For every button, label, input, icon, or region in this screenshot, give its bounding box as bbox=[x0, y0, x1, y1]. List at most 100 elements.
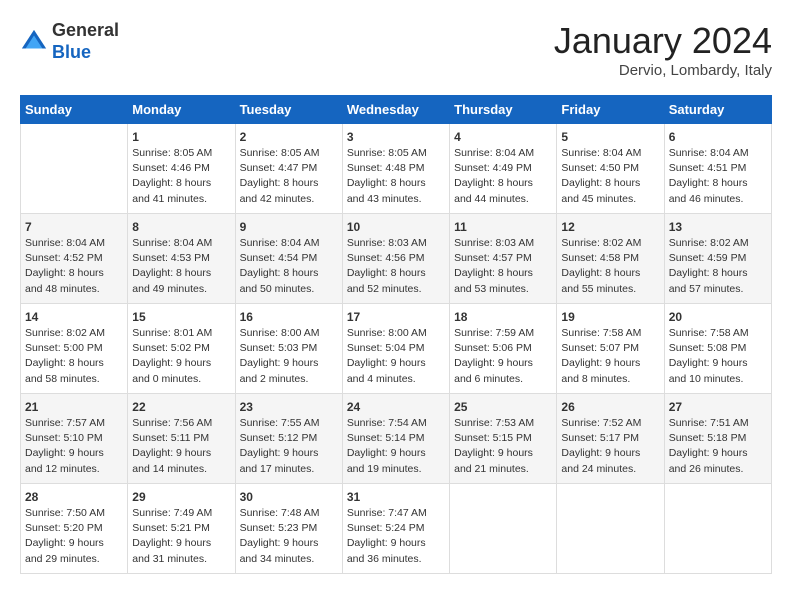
day-info: Sunrise: 7:58 AMSunset: 5:08 PMDaylight:… bbox=[669, 326, 767, 387]
day-number: 19 bbox=[561, 310, 659, 324]
day-number: 13 bbox=[669, 220, 767, 234]
calendar-week-row: 21 Sunrise: 7:57 AMSunset: 5:10 PMDayligh… bbox=[21, 394, 772, 484]
calendar-cell: 27Sunrise: 7:51 AMSunset: 5:18 PMDayligh… bbox=[664, 394, 771, 484]
col-header-wednesday: Wednesday bbox=[342, 96, 449, 124]
day-info: Sunrise: 7:49 AMSunset: 5:21 PMDaylight:… bbox=[132, 506, 230, 567]
day-number: 31 bbox=[347, 490, 445, 504]
day-number: 8 bbox=[132, 220, 230, 234]
col-header-monday: Monday bbox=[128, 96, 235, 124]
day-info: Sunrise: 7:58 AMSunset: 5:07 PMDaylight:… bbox=[561, 326, 659, 387]
day-info: Sunrise: 7:47 AMSunset: 5:24 PMDaylight:… bbox=[347, 506, 445, 567]
day-info: Sunrise: 8:04 AMSunset: 4:53 PMDaylight:… bbox=[132, 236, 230, 297]
calendar-cell: 16 Sunrise: 8:00 AMSunset: 5:03 PMDayligh… bbox=[235, 304, 342, 394]
day-info: Sunrise: 7:54 AMSunset: 5:14 PMDaylight:… bbox=[347, 416, 445, 477]
day-info: Sunrise: 8:00 AMSunset: 5:03 PMDaylight:… bbox=[240, 326, 338, 387]
calendar-cell: 13 Sunrise: 8:02 AMSunset: 4:59 PMDayligh… bbox=[664, 214, 771, 304]
day-number: 2 bbox=[240, 130, 338, 144]
day-info: Sunrise: 8:04 AMSunset: 4:52 PMDaylight:… bbox=[25, 236, 123, 297]
calendar-cell: 19 Sunrise: 7:58 AMSunset: 5:07 PMDayligh… bbox=[557, 304, 664, 394]
logo-general-text: General bbox=[52, 20, 119, 40]
day-number: 4 bbox=[454, 130, 552, 144]
day-number: 16 bbox=[240, 310, 338, 324]
day-info: Sunrise: 8:05 AMSunset: 4:48 PMDaylight:… bbox=[347, 146, 445, 207]
day-number: 20 bbox=[669, 310, 767, 324]
day-number: 15 bbox=[132, 310, 230, 324]
col-header-sunday: Sunday bbox=[21, 96, 128, 124]
calendar-cell: 12 Sunrise: 8:02 AMSunset: 4:58 PMDayligh… bbox=[557, 214, 664, 304]
calendar-cell: 23Sunrise: 7:55 AMSunset: 5:12 PMDayligh… bbox=[235, 394, 342, 484]
calendar-cell: 25 Sunrise: 7:53 AMSunset: 5:15 PMDayligh… bbox=[450, 394, 557, 484]
calendar-cell: 15Sunrise: 8:01 AMSunset: 5:02 PMDayligh… bbox=[128, 304, 235, 394]
calendar-cell bbox=[664, 484, 771, 574]
day-info: Sunrise: 8:03 AMSunset: 4:57 PMDaylight:… bbox=[454, 236, 552, 297]
calendar-cell: 7Sunrise: 8:04 AMSunset: 4:52 PMDaylight… bbox=[21, 214, 128, 304]
calendar-cell: 17 Sunrise: 8:00 AMSunset: 5:04 PMDayligh… bbox=[342, 304, 449, 394]
day-number: 10 bbox=[347, 220, 445, 234]
day-info: Sunrise: 7:56 AMSunset: 5:11 PMDaylight:… bbox=[132, 416, 230, 477]
col-header-friday: Friday bbox=[557, 96, 664, 124]
calendar-cell: 18 Sunrise: 7:59 AMSunset: 5:06 PMDayligh… bbox=[450, 304, 557, 394]
col-header-tuesday: Tuesday bbox=[235, 96, 342, 124]
day-number: 30 bbox=[240, 490, 338, 504]
day-info: Sunrise: 7:48 AMSunset: 5:23 PMDaylight:… bbox=[240, 506, 338, 567]
col-header-thursday: Thursday bbox=[450, 96, 557, 124]
day-info: Sunrise: 8:02 AMSunset: 5:00 PMDaylight:… bbox=[25, 326, 123, 387]
calendar-cell: 29 Sunrise: 7:49 AMSunset: 5:21 PMDayligh… bbox=[128, 484, 235, 574]
day-info: Sunrise: 8:04 AMSunset: 4:49 PMDaylight:… bbox=[454, 146, 552, 207]
calendar-cell: 31 Sunrise: 7:47 AMSunset: 5:24 PMDayligh… bbox=[342, 484, 449, 574]
page-header: General Blue January 2024 Dervio, Lombar… bbox=[20, 20, 772, 79]
calendar-cell: 11 Sunrise: 8:03 AMSunset: 4:57 PMDayligh… bbox=[450, 214, 557, 304]
day-number: 22 bbox=[132, 400, 230, 414]
day-info: Sunrise: 8:05 AMSunset: 4:46 PMDaylight:… bbox=[132, 146, 230, 207]
day-info: Sunrise: 7:52 AMSunset: 5:17 PMDaylight:… bbox=[561, 416, 659, 477]
day-info: Sunrise: 8:04 AMSunset: 4:51 PMDaylight:… bbox=[669, 146, 767, 207]
day-number: 11 bbox=[454, 220, 552, 234]
col-header-saturday: Saturday bbox=[664, 96, 771, 124]
day-number: 25 bbox=[454, 400, 552, 414]
calendar-table: SundayMondayTuesdayWednesdayThursdayFrid… bbox=[20, 95, 772, 574]
calendar-cell: 21 Sunrise: 7:57 AMSunset: 5:10 PMDayligh… bbox=[21, 394, 128, 484]
day-info: Sunrise: 8:04 AMSunset: 4:54 PMDaylight:… bbox=[240, 236, 338, 297]
logo: General Blue bbox=[20, 20, 119, 63]
calendar-cell bbox=[450, 484, 557, 574]
day-number: 6 bbox=[669, 130, 767, 144]
calendar-header-row: SundayMondayTuesdayWednesdayThursdayFrid… bbox=[21, 96, 772, 124]
day-info: Sunrise: 8:05 AMSunset: 4:47 PMDaylight:… bbox=[240, 146, 338, 207]
calendar-week-row: 7Sunrise: 8:04 AMSunset: 4:52 PMDaylight… bbox=[21, 214, 772, 304]
calendar-cell: 30 Sunrise: 7:48 AMSunset: 5:23 PMDayligh… bbox=[235, 484, 342, 574]
day-number: 23 bbox=[240, 400, 338, 414]
calendar-cell: 6 Sunrise: 8:04 AMSunset: 4:51 PMDaylight… bbox=[664, 124, 771, 214]
calendar-cell: 1 Sunrise: 8:05 AMSunset: 4:46 PMDaylight… bbox=[128, 124, 235, 214]
calendar-week-row: 1 Sunrise: 8:05 AMSunset: 4:46 PMDaylight… bbox=[21, 124, 772, 214]
calendar-cell: 28Sunrise: 7:50 AMSunset: 5:20 PMDayligh… bbox=[21, 484, 128, 574]
logo-icon bbox=[20, 28, 48, 56]
logo-blue-text: Blue bbox=[52, 42, 91, 62]
day-number: 1 bbox=[132, 130, 230, 144]
day-info: Sunrise: 8:04 AMSunset: 4:50 PMDaylight:… bbox=[561, 146, 659, 207]
day-info: Sunrise: 8:03 AMSunset: 4:56 PMDaylight:… bbox=[347, 236, 445, 297]
day-info: Sunrise: 8:00 AMSunset: 5:04 PMDaylight:… bbox=[347, 326, 445, 387]
day-number: 12 bbox=[561, 220, 659, 234]
day-info: Sunrise: 7:59 AMSunset: 5:06 PMDaylight:… bbox=[454, 326, 552, 387]
day-info: Sunrise: 7:51 AMSunset: 5:18 PMDaylight:… bbox=[669, 416, 767, 477]
day-number: 18 bbox=[454, 310, 552, 324]
calendar-cell: 3Sunrise: 8:05 AMSunset: 4:48 PMDaylight… bbox=[342, 124, 449, 214]
day-info: Sunrise: 7:53 AMSunset: 5:15 PMDaylight:… bbox=[454, 416, 552, 477]
calendar-cell: 26 Sunrise: 7:52 AMSunset: 5:17 PMDayligh… bbox=[557, 394, 664, 484]
calendar-cell: 2 Sunrise: 8:05 AMSunset: 4:47 PMDaylight… bbox=[235, 124, 342, 214]
month-title: January 2024 bbox=[554, 20, 772, 62]
day-info: Sunrise: 7:50 AMSunset: 5:20 PMDaylight:… bbox=[25, 506, 123, 567]
day-info: Sunrise: 8:02 AMSunset: 4:59 PMDaylight:… bbox=[669, 236, 767, 297]
calendar-cell: 4 Sunrise: 8:04 AMSunset: 4:49 PMDaylight… bbox=[450, 124, 557, 214]
calendar-cell: 10 Sunrise: 8:03 AMSunset: 4:56 PMDayligh… bbox=[342, 214, 449, 304]
day-number: 21 bbox=[25, 400, 123, 414]
calendar-cell: 9Sunrise: 8:04 AMSunset: 4:54 PMDaylight… bbox=[235, 214, 342, 304]
calendar-week-row: 14Sunrise: 8:02 AMSunset: 5:00 PMDayligh… bbox=[21, 304, 772, 394]
calendar-week-row: 28Sunrise: 7:50 AMSunset: 5:20 PMDayligh… bbox=[21, 484, 772, 574]
day-number: 29 bbox=[132, 490, 230, 504]
calendar-cell: 5Sunrise: 8:04 AMSunset: 4:50 PMDaylight… bbox=[557, 124, 664, 214]
day-info: Sunrise: 8:02 AMSunset: 4:58 PMDaylight:… bbox=[561, 236, 659, 297]
day-info: Sunrise: 7:57 AMSunset: 5:10 PMDaylight:… bbox=[25, 416, 123, 477]
day-number: 17 bbox=[347, 310, 445, 324]
day-number: 26 bbox=[561, 400, 659, 414]
